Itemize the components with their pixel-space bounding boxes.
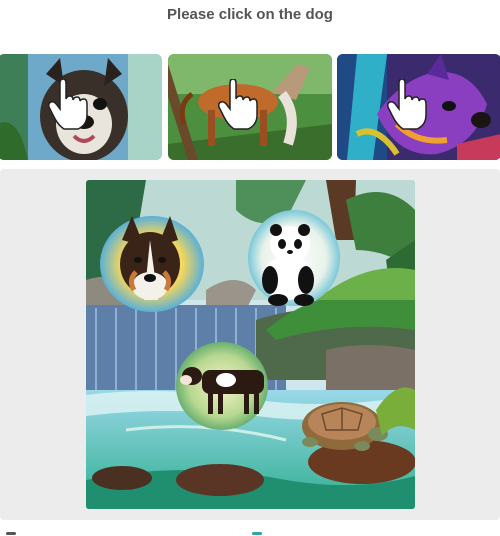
footer-mark	[252, 532, 262, 535]
example-strip	[0, 54, 500, 160]
pointer-hand-icon	[387, 79, 427, 130]
footer-strip	[0, 522, 500, 536]
example-image-horse	[168, 54, 332, 160]
prompt-title: Please click on the dog	[167, 6, 333, 23]
pointer-hand-icon	[48, 79, 88, 130]
pointer-hand-icon	[218, 79, 258, 130]
challenge-image[interactable]	[86, 180, 415, 509]
example-image-dog	[337, 54, 500, 160]
cow-animal[interactable]	[176, 342, 268, 430]
challenge-panel	[0, 169, 500, 520]
footer-mark	[6, 532, 16, 535]
example-image-dog	[0, 54, 162, 160]
dog-animal[interactable]	[100, 216, 204, 312]
panda-animal[interactable]	[248, 210, 340, 306]
